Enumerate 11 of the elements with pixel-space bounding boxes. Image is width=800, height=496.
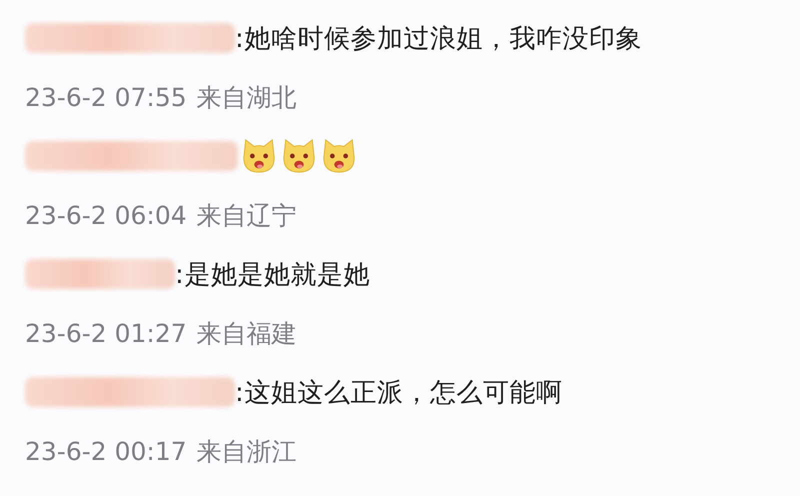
comment-location: 来自浙江 xyxy=(196,436,297,468)
comment-location: 来自辽宁 xyxy=(196,200,297,232)
comment-location: 来自湖北 xyxy=(196,82,297,114)
comment-time: 23-6-2 07:55 xyxy=(25,82,187,112)
comment-text: :这姐这么正派，怎么可能啊 xyxy=(235,376,562,410)
comment-time: 23-6-2 00:17 xyxy=(25,436,187,466)
comment-text: :她啥时候参加过浪姐，我咋没印象 xyxy=(235,22,642,56)
comment-location: 来自福建 xyxy=(196,318,297,350)
comment-time: 23-6-2 06:04 xyxy=(25,200,187,230)
comment-time: 23-6-2 01:27 xyxy=(25,318,187,348)
comment-text: :是她是她就是她 xyxy=(175,258,370,292)
